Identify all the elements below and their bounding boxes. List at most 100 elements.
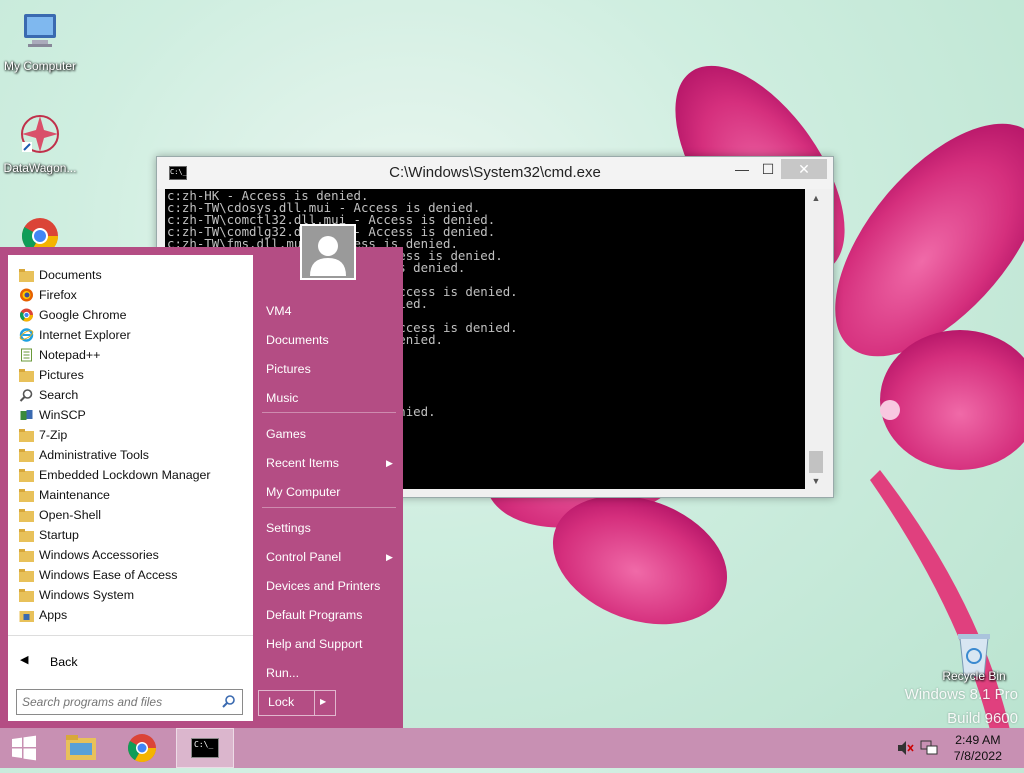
start-right-label: Default Programs [266,608,363,622]
program-label: Open-Shell [39,508,101,522]
program-label: Maintenance [39,488,110,502]
start-right-label: Devices and Printers [266,579,381,593]
program-label: Startup [39,528,79,542]
search-icon[interactable] [222,694,236,708]
program-item[interactable]: Search [8,385,253,405]
folder-icon [19,449,34,462]
firefox-icon [20,288,33,302]
start-right-item[interactable]: Pictures [266,362,311,376]
volume-muted-icon[interactable] [896,740,914,756]
program-item[interactable]: Documents [8,265,253,285]
scroll-up-icon[interactable]: ▲ [807,193,825,203]
desktop-icon-recycle-bin[interactable]: Recycle Bin [934,630,1014,683]
start-right-label: Music [266,391,299,405]
start-right-label: Help and Support [266,637,363,651]
taskbar-cmd[interactable]: C:\_ [176,728,234,768]
desktop-icon-my-computer[interactable]: My Computer [0,10,80,73]
submenu-arrow-icon: ▶ [386,458,393,468]
start-right-item[interactable]: Help and Support [266,637,362,651]
program-item[interactable]: Embedded Lockdown Manager [8,465,253,485]
start-right-item[interactable]: Music [266,391,298,405]
start-right-item[interactable]: VM4 [266,304,291,318]
desktop-icon-label: Recycle Bin [942,669,1006,683]
start-right-label: Control Panel [266,550,342,564]
network-icon[interactable] [920,740,938,756]
start-right-item[interactable]: Run... [266,666,299,680]
start-right-item[interactable]: Games [266,427,306,441]
program-label: Administrative Tools [39,448,149,462]
back-arrow-icon: ◀ [20,654,29,666]
program-label: Windows System [39,588,135,602]
start-menu: Documents Firefox Google Chrome Internet Ex… [0,247,403,728]
start-right-item[interactable]: Default Programs [266,608,362,622]
program-item[interactable]: Administrative Tools [8,445,253,465]
search-input[interactable] [17,690,214,714]
back-button[interactable]: ◀ Back [8,635,253,682]
program-item[interactable]: Open-Shell [8,505,253,525]
start-right-item[interactable]: Control Panel ▶ [266,550,393,564]
program-item[interactable]: Maintenance [8,485,253,505]
program-item[interactable]: 7-Zip [8,425,253,445]
windows-logo-icon [12,735,36,761]
start-right-item[interactable]: Documents [266,333,329,347]
program-label: Apps [39,608,68,622]
desktop-icon-datawagon[interactable]: DataWagon... [0,112,80,175]
console-scrollbar[interactable]: ▲ ▼ [807,189,825,489]
program-label: Windows Ease of Access [39,568,178,582]
maximize-button[interactable]: ☐ [753,159,783,179]
folder-icon [19,569,34,582]
program-item[interactable]: Pictures [8,365,253,385]
os-watermark-edition: Windows 8.1 Pro [904,686,1018,703]
scroll-thumb[interactable] [809,451,823,473]
start-right-item[interactable]: Devices and Printers [266,579,380,593]
program-item[interactable]: Startup [8,525,253,545]
lock-button[interactable]: Lock ▶ [258,690,336,716]
start-right-label: My Computer [266,485,341,499]
desktop-icon-label: My Computer [3,59,77,73]
program-item[interactable]: Windows Ease of Access [8,565,253,585]
program-item[interactable]: Apps [8,605,253,625]
start-right-label: Settings [266,521,311,535]
folder-icon [19,489,34,502]
user-icon [310,236,346,276]
folder-icon [19,589,34,602]
search-box[interactable] [16,689,243,715]
folder-icon [19,549,34,562]
program-item[interactable]: Notepad++ [8,345,253,365]
folder-icon [19,469,34,482]
cmd-titlebar[interactable]: C:\_ C:\Windows\System32\cmd.exe — ☐ ✕ [157,157,833,189]
start-right-label: VM4 [266,304,292,318]
file-explorer-icon [66,735,96,760]
start-right-item[interactable]: Settings [266,521,311,535]
program-item[interactable]: Internet Explorer [8,325,253,345]
tray-date: 7/8/2022 [953,749,1002,763]
folder-icon [19,509,34,522]
winscp-icon [20,410,33,420]
search-icon [19,389,33,402]
lock-options-arrow-icon[interactable]: ▶ [320,697,326,706]
program-label: Windows Accessories [39,548,159,562]
taskbar-file-explorer[interactable] [56,728,104,768]
taskbar-chrome[interactable] [118,728,166,768]
program-item[interactable]: Google Chrome [8,305,253,325]
scroll-down-icon[interactable]: ▼ [807,476,825,486]
program-label: Notepad++ [39,348,101,362]
start-right-item[interactable]: My Computer [266,485,340,499]
cmd-icon: C:\_ [191,738,219,758]
program-item[interactable]: Windows Accessories [8,545,253,565]
program-list: Documents Firefox Google Chrome Internet Ex… [8,255,253,645]
program-item[interactable]: WinSCP [8,405,253,425]
close-button[interactable]: ✕ [781,159,827,179]
start-right-label: Recent Items [266,456,339,470]
folder-icon [19,429,34,442]
separator [262,412,396,413]
start-right-label: Run... [266,666,300,680]
tray-clock[interactable]: 2:49 AM 7/8/2022 [954,732,1002,764]
chrome-icon [128,734,156,762]
start-button[interactable] [0,728,48,768]
search-area [8,681,253,721]
start-right-item[interactable]: Recent Items ▶ [266,456,393,470]
user-avatar[interactable] [300,224,356,280]
program-item[interactable]: Firefox [8,285,253,305]
program-item[interactable]: Windows System [8,585,253,605]
